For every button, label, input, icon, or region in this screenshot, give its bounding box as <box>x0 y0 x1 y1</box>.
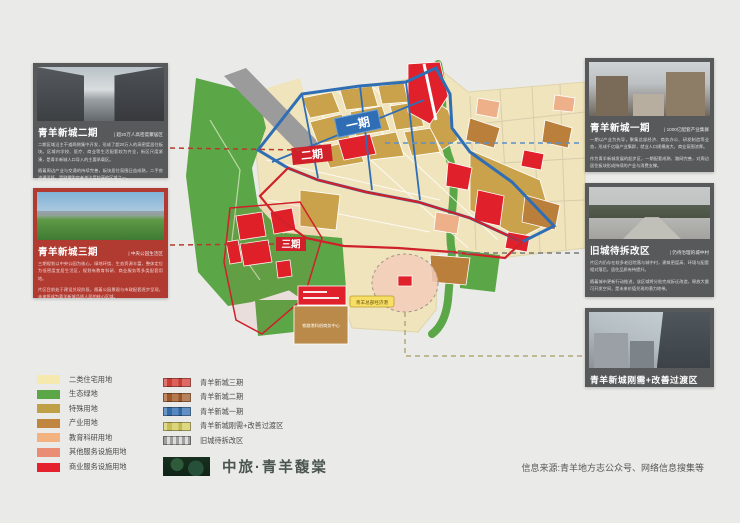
phase2-photo <box>37 67 164 121</box>
logo-image <box>163 457 210 476</box>
legend-label: 青羊新城二期 <box>200 392 243 402</box>
legend-swatch-oldtown <box>163 436 191 445</box>
transition-photo <box>589 312 710 368</box>
hub-pill-label: 青羊总部经济港 <box>356 299 389 306</box>
panel-phase1: 青羊新城一期 | 1000亿配套产业集群 一期以产业为先导，聚集总部经济、商务办… <box>585 58 714 172</box>
infographic-canvas: 铁路港科创商务中心 青羊总部经济港 一期 二期 三期 青羊新城二期 | 超20万… <box>0 0 740 523</box>
legend-label: 二类住宅用地 <box>69 375 112 385</box>
business-center-block: 铁路港科创商务中心 <box>294 306 348 344</box>
phase3-subtitle: | 中央公园生活区 <box>128 251 163 257</box>
oldtown-subtitle: | 仍待治理的城中村 <box>670 250 709 256</box>
legend-swatch-commercial <box>37 463 60 472</box>
oldtown-photo <box>589 187 710 239</box>
phase2-subtitle: | 超20万人高密度聚居区 <box>114 132 163 138</box>
legend-label: 其他服务设施用地 <box>69 447 127 457</box>
mid-building <box>594 333 628 368</box>
phase1-body-2: 作为青羊新城发展的起步区，一期配套成熟、路网完善，对周边居住板块形成持续的产业与… <box>590 155 709 170</box>
phase2-body-1: 二期区域沿主干道两侧集中开发，形成了超20万人的高密度居住板块。区域内学校、医疗… <box>38 141 163 163</box>
legend-item: 青羊新城二期 <box>163 393 283 402</box>
village-road <box>623 217 681 239</box>
legend-item: 特殊用地 <box>37 404 127 413</box>
phase2-body-2: 随着周边产业与交通的持续完善，板块居住氛围日益成熟，二手房流通活跃，是刚需购房者… <box>38 167 163 182</box>
legend-label: 产业用地 <box>69 418 98 428</box>
tree-band <box>589 205 710 219</box>
phase3-title: 青羊新城三期 <box>38 244 98 258</box>
panel-oldtown: 旧城待拆改区 | 仍待治理的城中村 片区内仍存在较多老旧院落与城中村，建筑密度高… <box>585 183 714 297</box>
legend-swatch-special <box>37 404 60 413</box>
legend-label: 商业服务设施用地 <box>69 462 127 472</box>
legend-item: 教育科研用地 <box>37 433 127 442</box>
phase2-title: 青羊新城二期 <box>38 125 98 139</box>
legend-swatch-transition <box>163 422 191 431</box>
panel-phase3: 青羊新城三期 | 中央公园生活区 三期规划以中央公园为核心，绿地环绕、生态资源丰… <box>33 188 168 298</box>
oldtown-body-1: 片区内仍存在较多老旧院落与城中村，建筑密度高、环境与配套相对落后，居住品质有待提… <box>590 259 709 274</box>
phase3-photo <box>37 192 164 240</box>
legend-landuse: 二类住宅用地 生态绿地 特殊用地 产业用地 教育科研用地 其他服务设施用地 商业… <box>37 375 127 477</box>
legend-label: 青羊新城刚需+改善过渡区 <box>200 421 283 431</box>
legend-item: 二类住宅用地 <box>37 375 127 384</box>
phase3-label: 三期 <box>276 237 306 251</box>
podium <box>633 94 664 116</box>
tower-2 <box>666 72 705 116</box>
logo-text: 中旅·青羊馥棠 <box>222 456 328 477</box>
legend-swatch-green <box>37 390 60 399</box>
legend-item: 生态绿地 <box>37 390 127 399</box>
legend-item: 青羊新城一期 <box>163 407 283 416</box>
legend-phases: 青羊新城三期 青羊新城二期 青羊新城一期 青羊新城刚需+改善过渡区 旧城待拆改区 <box>163 378 283 451</box>
oldtown-title: 旧城待拆改区 <box>590 243 650 257</box>
svg-text:三期: 三期 <box>281 239 300 251</box>
legend-item: 旧城待拆改区 <box>163 436 283 445</box>
legend-label: 生态绿地 <box>69 389 98 399</box>
legend-label: 教育科研用地 <box>69 433 112 443</box>
legend-swatch-phase3 <box>163 378 191 387</box>
legend-item: 青羊新城刚需+改善过渡区 <box>163 422 283 431</box>
low-building <box>630 341 654 368</box>
building-left <box>37 67 84 121</box>
legend-swatch-phase2 <box>163 393 191 402</box>
phase1-body-1: 一期以产业为先导，聚集总部经济、商务办公、研发制造等业态，形成千亿级产业集群，就… <box>590 136 709 151</box>
legend-item: 其他服务设施用地 <box>37 448 127 457</box>
phase3-body-1: 三期规划以中央公园为核心，绿地环绕、生态资源丰富，整体定位为低密度宜居生活区，规… <box>38 260 163 282</box>
panel-phase2: 青羊新城二期 | 超20万人高密度聚居区 二期区域沿主干道两侧集中开发，形成了超… <box>33 63 168 178</box>
dark-tower <box>657 312 710 368</box>
legend-item: 青羊新城三期 <box>163 378 283 387</box>
tower-1 <box>596 76 627 116</box>
phase1-photo <box>589 62 710 116</box>
phase3-body-2: 片区目前处于建设兑现阶段，随着公园景观与市政配套逐步呈现，未来将成为青羊新城品质… <box>38 286 163 301</box>
phase1-subtitle: | 1000亿配套产业集群 <box>664 127 709 133</box>
panel-transition: 青羊新城刚需+改善过渡区 <box>585 308 714 387</box>
legend-label: 旧城待拆改区 <box>200 436 243 446</box>
phase1-title: 青羊新城一期 <box>590 120 650 134</box>
business-center-label: 铁路港科创商务中心 <box>302 322 341 329</box>
legend-label: 特殊用地 <box>69 404 98 414</box>
legend-swatch-services <box>37 448 60 457</box>
legend-label: 青羊新城一期 <box>200 407 243 417</box>
transition-title: 青羊新城刚需+改善过渡区 <box>590 373 698 386</box>
commercial-banner <box>298 286 346 305</box>
building-right <box>114 67 164 121</box>
legend-label: 青羊新城三期 <box>200 378 243 388</box>
legend-swatch-industry <box>37 419 60 428</box>
oldtown-body-2: 随着城市更新行动推进，该区域将分批完成拆迁改造，释放大量可开发空间，是未来价值兑… <box>590 278 709 293</box>
source-note: 信息来源:青羊地方志公众号、网络信息搜集等 <box>521 461 704 474</box>
legend-swatch-education <box>37 433 60 442</box>
legend-item: 产业用地 <box>37 419 127 428</box>
legend-swatch-phase1 <box>163 407 191 416</box>
legend-item: 商业服务设施用地 <box>37 463 127 472</box>
skyline-strip <box>37 211 164 215</box>
legend-swatch-residential <box>37 375 60 384</box>
developer-logo: 中旅·青羊馥棠 <box>163 456 328 477</box>
hub-pill: 青羊总部经济港 <box>350 296 394 307</box>
